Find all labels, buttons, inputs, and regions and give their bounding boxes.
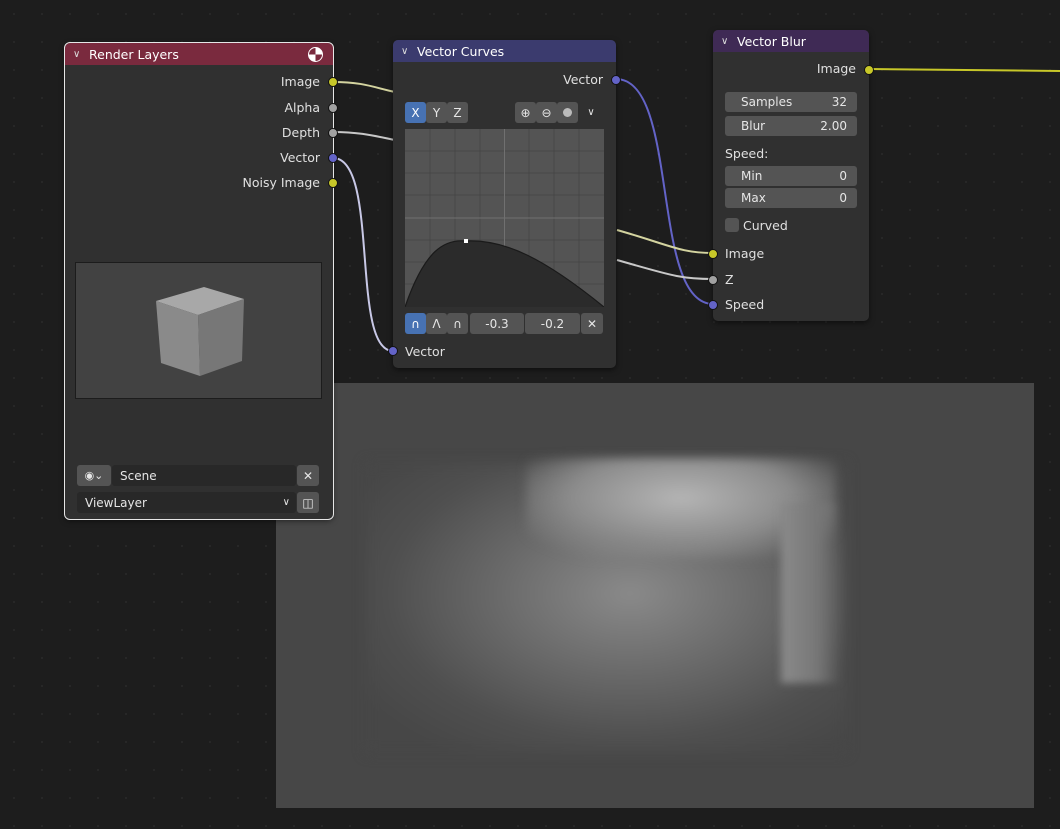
render-layers-header[interactable]: ∨ Render Layers [65, 43, 333, 65]
render-layers-node[interactable]: ∨ Render Layers Image Alpha Depth Vector… [64, 42, 338, 520]
handle-auto-clamped-button[interactable]: ∩ [447, 313, 468, 334]
scene-type-dropdown[interactable]: ◉⌄ [77, 465, 111, 486]
close-icon: ✕ [302, 468, 314, 483]
zoom-in-button[interactable]: ⊕ [515, 102, 536, 123]
zoom-out-icon: ⊖ [541, 105, 552, 120]
delete-point-button[interactable]: ✕ [581, 313, 603, 334]
blur-label: Blur [741, 119, 766, 133]
curved-checkbox[interactable] [725, 218, 739, 232]
curve-point [464, 239, 468, 243]
min-value: 0 [839, 169, 847, 183]
output-vector-label: Vector [563, 72, 603, 87]
output-alpha-label: Alpha [284, 100, 320, 115]
handle-clamped-icon: ∩ [453, 316, 462, 331]
samples-value: 32 [831, 95, 847, 109]
collapse-chevron-icon[interactable]: ∨ [73, 49, 85, 60]
socket-speed-in[interactable] [708, 300, 718, 310]
max-label: Max [741, 191, 766, 205]
view-layer-dropdown[interactable]: ViewLayer ∨ [77, 492, 296, 513]
output-noisy-image-label: Noisy Image [242, 175, 320, 190]
handle-vector-icon: Λ [432, 316, 441, 331]
input-vector-label: Vector [405, 344, 445, 359]
curved-label: Curved [743, 218, 788, 233]
clipping-button[interactable] [557, 102, 578, 123]
blur-value: 2.00 [820, 119, 847, 133]
point-y-field[interactable]: -0.2 [525, 313, 580, 334]
socket-image[interactable] [328, 77, 338, 87]
axis-tab-z[interactable]: Z [447, 102, 468, 123]
curve-menu-button[interactable]: ∨ [579, 102, 603, 123]
max-field[interactable]: Max 0 [725, 188, 857, 208]
render-preview [75, 262, 322, 399]
output-image-label: Image [816, 61, 856, 76]
view-layer-browse-button[interactable]: ◫ [297, 492, 319, 513]
point-x-field[interactable]: -0.3 [470, 313, 524, 334]
vector-blur-header[interactable]: ∨ Vector Blur [713, 30, 869, 52]
node-title: Render Layers [89, 46, 179, 62]
handle-auto-icon: ∩ [411, 316, 420, 331]
cube-preview-icon [156, 287, 244, 376]
node-title: Vector Blur [737, 33, 806, 49]
zoom-in-icon: ⊕ [520, 105, 531, 120]
min-field[interactable]: Min 0 [725, 166, 857, 186]
socket-z-in[interactable] [708, 275, 718, 285]
backdrop-image [276, 383, 1034, 808]
socket-vector-in[interactable] [388, 346, 398, 356]
handle-auto-button[interactable]: ∩ [405, 313, 426, 334]
output-vector-label: Vector [280, 150, 320, 165]
render-icon[interactable] [308, 47, 323, 62]
scene-icon: ◉⌄ [84, 469, 104, 482]
chevron-down-icon: ∨ [282, 497, 290, 508]
dot-icon [563, 108, 572, 117]
vector-curves-header[interactable]: ∨ Vector Curves [393, 40, 616, 62]
collapse-chevron-icon[interactable]: ∨ [721, 36, 733, 47]
chevron-down-icon: ∨ [587, 107, 595, 118]
axis-tab-y[interactable]: Y [426, 102, 447, 123]
layers-icon: ◫ [302, 495, 314, 510]
input-speed-label: Speed [725, 297, 765, 312]
clear-scene-button[interactable]: ✕ [297, 465, 319, 486]
input-image-label: Image [725, 246, 765, 261]
blur-field[interactable]: Blur 2.00 [725, 116, 857, 136]
node-title: Vector Curves [417, 43, 505, 59]
curve-editor[interactable] [405, 129, 604, 307]
min-label: Min [741, 169, 763, 183]
close-icon: ✕ [586, 316, 598, 331]
socket-vector[interactable] [328, 153, 338, 163]
view-layer-value: ViewLayer [85, 495, 147, 510]
scene-value: Scene [120, 468, 157, 483]
max-value: 0 [839, 191, 847, 205]
scene-field[interactable]: Scene [112, 465, 296, 486]
collapse-chevron-icon[interactable]: ∨ [401, 46, 413, 57]
output-image-label: Image [280, 74, 320, 89]
input-z-label: Z [725, 272, 734, 287]
socket-image-in[interactable] [708, 249, 718, 259]
zoom-out-button[interactable]: ⊖ [536, 102, 557, 123]
samples-label: Samples [741, 95, 793, 109]
vector-blur-node[interactable]: ∨ Vector Blur Image Samples 32 Blur 2.00… [708, 30, 874, 321]
samples-field[interactable]: Samples 32 [725, 92, 857, 112]
handle-vector-button[interactable]: Λ [426, 313, 447, 334]
axis-tab-x[interactable]: X [405, 102, 426, 123]
speed-label: Speed: [725, 146, 769, 161]
output-depth-label: Depth [281, 125, 320, 140]
socket-depth[interactable] [328, 128, 338, 138]
vector-curves-node[interactable]: ∨ Vector Curves Vector X Y Z ⊕ ⊖ ∨ ∩ Λ ∩… [388, 40, 621, 368]
socket-image-out[interactable] [864, 65, 874, 75]
socket-vector-out[interactable] [611, 75, 621, 85]
socket-noisy-image[interactable] [328, 178, 338, 188]
socket-alpha[interactable] [328, 103, 338, 113]
